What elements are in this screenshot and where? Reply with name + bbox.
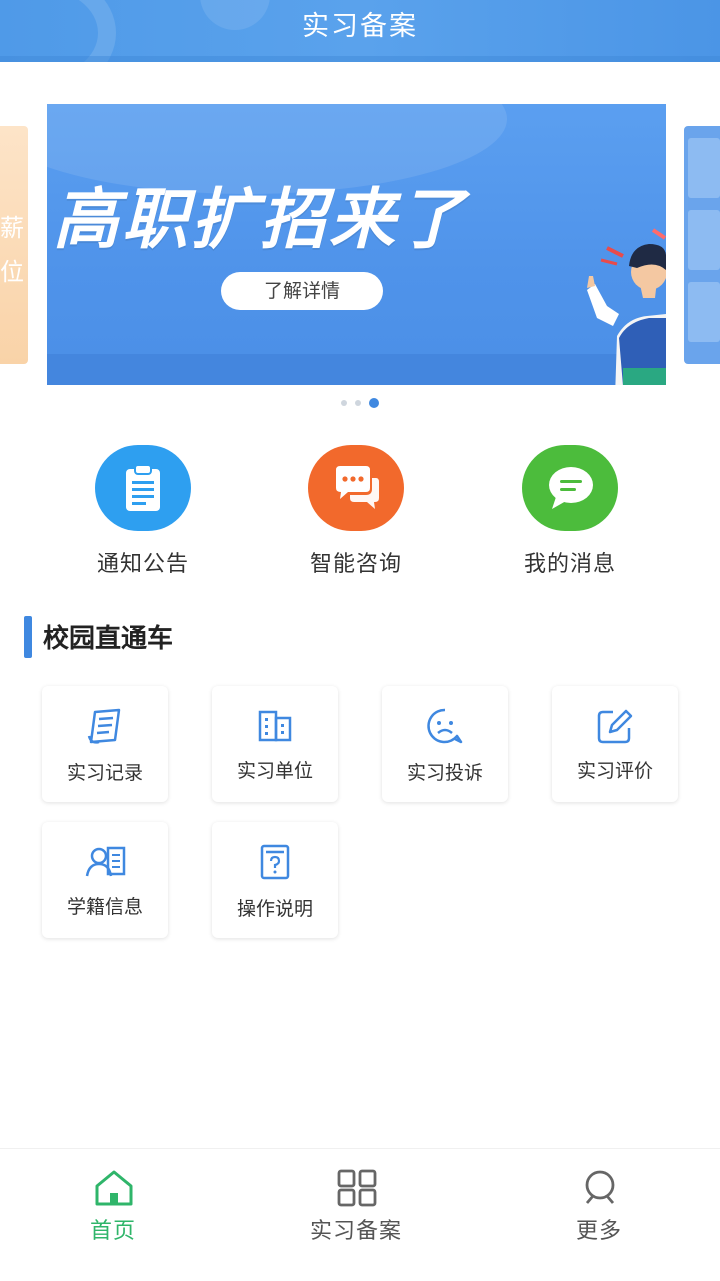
more-icon — [585, 1170, 615, 1204]
next-slide-panel — [688, 210, 720, 270]
tab-internship-filing[interactable]: 实习备案 — [256, 1149, 456, 1281]
notebook-icon — [87, 708, 121, 744]
quick-action-label: 通知公告 — [96, 552, 189, 577]
carousel-pager — [0, 392, 720, 408]
chat-bubbles-icon — [336, 466, 379, 509]
pager-dot[interactable] — [355, 399, 361, 406]
messages-icon-circle — [522, 445, 618, 531]
tab-label: 首页 — [89, 1219, 136, 1244]
card-internship-record[interactable]: 实习记录 — [42, 686, 168, 802]
carousel-next-slide[interactable] — [684, 126, 720, 364]
card-internship-complaint[interactable]: 实习投诉 — [382, 686, 508, 802]
quick-action-label: 我的消息 — [523, 552, 616, 577]
card-internship-unit[interactable]: 实习单位 — [212, 686, 338, 802]
banner-headline: 高职扩招来了 — [53, 181, 467, 258]
sad-face-icon — [427, 708, 463, 744]
card-label: 实习评价 — [576, 760, 653, 782]
card-label: 学籍信息 — [66, 896, 143, 918]
carousel-prev-slide[interactable]: 薪 位 — [0, 126, 28, 364]
card-label: 操作说明 — [236, 898, 313, 920]
help-document-icon — [260, 844, 290, 880]
notice-icon-circle — [95, 445, 191, 531]
tab-label: 更多 — [575, 1219, 622, 1244]
pager-dot[interactable] — [341, 399, 347, 406]
card-label: 实习投诉 — [406, 762, 483, 784]
edit-icon — [597, 709, 633, 744]
tab-home[interactable]: 首页 — [13, 1149, 213, 1281]
next-slide-panel — [688, 138, 720, 198]
card-instructions[interactable]: 操作说明 — [212, 822, 338, 938]
building-icon — [258, 710, 292, 742]
message-icon — [549, 467, 593, 509]
quick-action-notice[interactable]: 通知公告 — [43, 440, 243, 590]
home-icon — [95, 1170, 133, 1206]
card-student-status[interactable]: 学籍信息 — [42, 822, 168, 938]
card-label: 实习单位 — [236, 760, 313, 782]
quick-actions: 通知公告 智能咨询 我的消息 — [0, 440, 720, 590]
quick-action-label: 智能咨询 — [309, 552, 402, 577]
section-title: 校园直通车 — [43, 624, 174, 654]
banner-slide[interactable]: 高职扩招来了 了解详情 — [47, 104, 666, 385]
clipboard-icon — [126, 464, 160, 511]
app-header: 实习备案 — [0, 0, 720, 62]
card-label: 实习记录 — [66, 762, 143, 784]
card-internship-evaluation[interactable]: 实习评价 — [552, 686, 678, 802]
learn-more-button[interactable]: 了解详情 — [221, 272, 383, 310]
page-title: 实习备案 — [302, 11, 418, 42]
tab-more[interactable]: 更多 — [499, 1149, 699, 1281]
prev-slide-text: 薪 位 — [0, 214, 24, 286]
person-illustration — [587, 228, 666, 385]
pager-dot-active[interactable] — [369, 397, 379, 408]
quick-action-messages[interactable]: 我的消息 — [470, 440, 670, 590]
grid-icon — [337, 1169, 377, 1207]
tab-label: 实习备案 — [309, 1219, 402, 1244]
next-slide-panel — [688, 282, 720, 342]
quick-action-consult[interactable]: 智能咨询 — [256, 440, 456, 590]
consult-icon-circle — [308, 445, 404, 531]
bottom-tab-bar: 首页 实习备案 更多 — [0, 1148, 720, 1281]
section-accent-bar — [24, 616, 32, 658]
student-card-icon — [85, 846, 126, 877]
